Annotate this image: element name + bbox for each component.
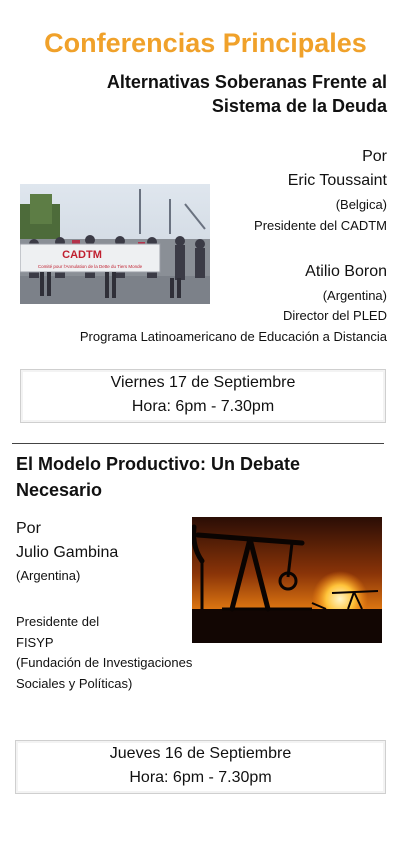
talk2-date: Jueves 16 de Septiembre [109, 745, 292, 762]
oil-pump-sunset-photo [191, 517, 382, 643]
talk1-schedule-box: Viernes 17 de Septiembre Hora: 6pm - 7.3… [20, 369, 386, 423]
section-divider [12, 443, 384, 444]
speaker-country-toussaint: (Belgica) [335, 197, 387, 212]
talk2-por: Por [16, 520, 41, 537]
talk1-date: Viernes 17 de Septiembre [110, 374, 296, 391]
speaker-role-boron: Director del PLED [282, 308, 387, 323]
banner-subtext: Comité pour l'Annulation de la Dette du … [38, 264, 143, 269]
talk2-schedule-box: Jueves 16 de Septiembre Hora: 6pm - 7.30… [15, 740, 386, 794]
talk2-title-line2: Necesario [16, 480, 103, 500]
speaker-role-toussaint: Presidente del CADTM [254, 218, 387, 233]
speaker-role-gambina-3: (Fundación de Investigaciones [16, 655, 193, 670]
talk2-title: El Modelo Productivo: Un Debate Necesari… [16, 451, 356, 503]
speaker-country-gambina: (Argentina) [16, 568, 81, 583]
cadtm-march-illustration: CADTM Comité pour l'Annulation de la Det… [19, 184, 210, 304]
speaker-role-gambina-2: FISYP [16, 635, 54, 650]
speaker-role-gambina-1: Presidente del [16, 614, 100, 629]
banner-text: CADTM [62, 249, 102, 261]
speaker-name-toussaint: Eric Toussaint [287, 172, 387, 189]
talk2-time: Hora: 6pm - 7.30pm [129, 769, 272, 786]
speaker-role-gambina-4: Sociales y Políticas) [16, 676, 133, 691]
talk1-title: Alternativas Soberanas Frente al Sistema… [27, 70, 387, 118]
oil-pump-illustration [191, 517, 382, 643]
cadtm-march-photo: CADTM Comité pour l'Annulation de la Det… [19, 184, 210, 304]
talk1-title-line1: Alternativas Soberanas Frente al [106, 72, 387, 92]
speaker-name-boron: Atilio Boron [305, 263, 387, 280]
talk1-time: Hora: 6pm - 7.30pm [131, 398, 275, 415]
talk1-title-line2: Sistema de la Deuda [211, 96, 387, 116]
speaker-name-gambina: Julio Gambina [16, 544, 119, 561]
talk1-por: Por [362, 148, 387, 165]
speaker-country-boron: (Argentina) [322, 288, 387, 303]
speaker-org-boron: Programa Latinoamericano de Educación a … [79, 329, 387, 344]
page-title: Conferencias Principales [44, 28, 367, 58]
talk2-title-line1: El Modelo Productivo: Un Debate [16, 454, 301, 474]
